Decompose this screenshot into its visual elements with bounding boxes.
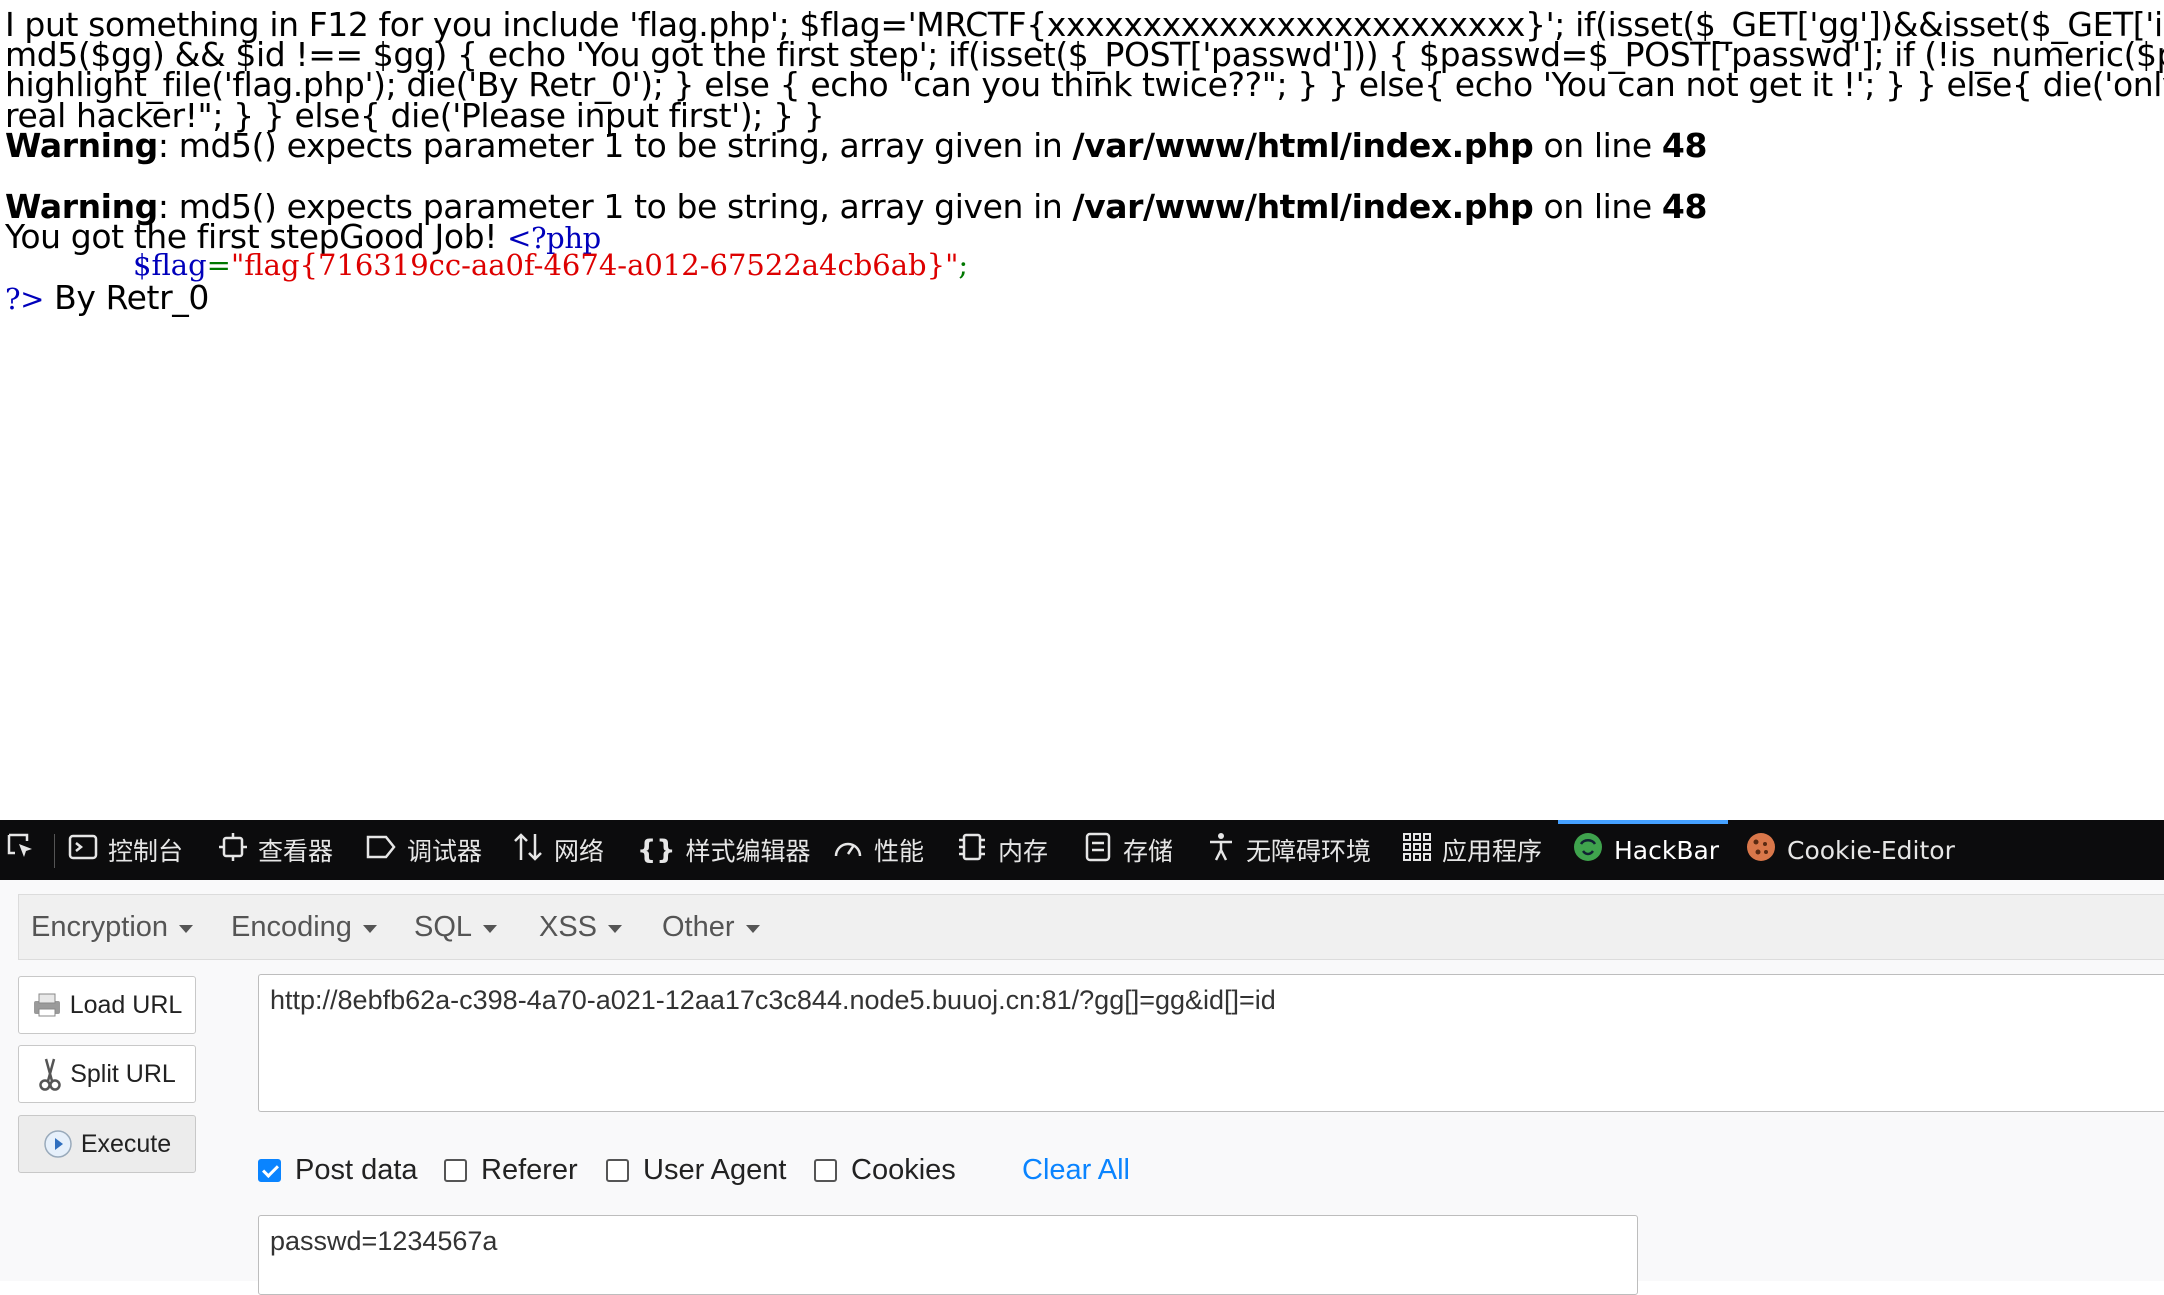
tab-label: 样式编辑器 xyxy=(685,837,811,866)
warning-line: 48 xyxy=(1661,187,1708,226)
tab-hackbar[interactable]: HackBar xyxy=(1572,820,1719,880)
checkbox-unchecked xyxy=(814,1158,837,1182)
button-label: Load URL xyxy=(69,990,183,1019)
flag-value: "flag{716319cc-aa0f-4674-a012-67522a4cb6… xyxy=(230,248,959,282)
application-icon xyxy=(1402,832,1432,868)
flag-semicolon: ; xyxy=(958,248,969,282)
warning-label: Warning xyxy=(5,126,158,165)
execute-button[interactable]: Execute xyxy=(18,1115,196,1173)
warning-mid: on line xyxy=(1533,187,1662,226)
checkbox-label: Referer xyxy=(481,1153,578,1186)
highlighted-flag-line: $flag="flag{716319cc-aa0f-4674-a012-6752… xyxy=(133,246,968,284)
flag-equals: = xyxy=(206,248,231,282)
tab-label: 控制台 xyxy=(108,837,184,866)
flag-variable: $flag xyxy=(133,248,207,282)
tab-label: 查看器 xyxy=(258,837,334,866)
url-input[interactable]: http://8ebfb62a-c398-4a70-a021-12aa17c3c… xyxy=(258,974,2164,1112)
button-label: Execute xyxy=(80,1129,172,1158)
load-url-button[interactable]: Load URL xyxy=(18,976,196,1034)
tab-label: 内存 xyxy=(998,837,1049,866)
menu-other[interactable]: Other xyxy=(662,895,760,959)
tab-label: Cookie-Editor xyxy=(1787,835,1955,865)
checkbox-unchecked xyxy=(444,1158,467,1182)
storage-icon xyxy=(1083,832,1113,868)
tab-label: 存储 xyxy=(1123,837,1174,866)
closing-line: ?> By Retr_0 xyxy=(5,278,209,319)
network-icon xyxy=(512,832,544,868)
tab-cookie-editor[interactable]: Cookie-Editor xyxy=(1745,820,1955,880)
style-editor-icon: {} xyxy=(637,834,676,866)
user-agent-checkbox[interactable]: User Agent xyxy=(606,1150,786,1190)
tab-accessibility[interactable]: 无障碍环境 xyxy=(1206,820,1371,880)
chevron-down-icon xyxy=(362,925,377,933)
menu-label: Encryption xyxy=(31,910,169,943)
scissors-icon xyxy=(38,1057,62,1091)
page-content: I put something in F12 for you include '… xyxy=(0,0,2164,820)
menu-label: Other xyxy=(662,910,735,943)
referer-checkbox[interactable]: Referer xyxy=(444,1150,578,1190)
chevron-down-icon xyxy=(179,925,194,933)
warning-mid: on line xyxy=(1533,126,1662,165)
menu-label: XSS xyxy=(539,910,598,943)
console-icon xyxy=(68,832,98,868)
checkbox-label: User Agent xyxy=(643,1153,787,1186)
tab-console[interactable]: 控制台 xyxy=(68,820,183,880)
play-icon xyxy=(43,1129,73,1159)
devtools-toolbar: 控制台 查看器 调试器 网络 {} 样式编辑器 性能 内存 存储 无障碍环境 应… xyxy=(0,820,2164,880)
tab-label: 应用程序 xyxy=(1442,837,1543,866)
checkbox-checked xyxy=(258,1158,281,1182)
tab-label: 性能 xyxy=(874,837,925,866)
cookie-icon xyxy=(1745,831,1777,869)
chevron-down-icon xyxy=(483,925,498,933)
chevron-down-icon xyxy=(608,925,623,933)
menu-sql[interactable]: SQL xyxy=(414,895,498,959)
menu-encryption[interactable]: Encryption xyxy=(31,895,194,959)
tab-style-editor[interactable]: {} 样式编辑器 xyxy=(637,820,810,880)
warning-line: 48 xyxy=(1661,126,1708,165)
checkbox-label: Post data xyxy=(295,1153,418,1186)
tab-storage[interactable]: 存储 xyxy=(1083,820,1173,880)
chevron-down-icon xyxy=(745,925,760,933)
tab-label: 网络 xyxy=(554,837,605,866)
accessibility-icon xyxy=(1206,832,1236,868)
performance-icon xyxy=(832,832,864,868)
warning-path: /var/www/html/index.php xyxy=(1072,187,1534,226)
button-label: Split URL xyxy=(70,1059,176,1088)
post-data-checkbox[interactable]: Post data xyxy=(258,1150,418,1190)
menu-encoding[interactable]: Encoding xyxy=(231,895,377,959)
warning-path: /var/www/html/index.php xyxy=(1072,126,1534,165)
php-close-tag: ?> xyxy=(5,282,45,316)
tab-label: 调试器 xyxy=(407,837,483,866)
warning-message: : md5() expects parameter 1 to be string… xyxy=(157,126,1073,165)
php-warning-1: Warning: md5() expects parameter 1 to be… xyxy=(5,126,1707,166)
menu-label: Encoding xyxy=(231,910,352,943)
tab-label: HackBar xyxy=(1614,835,1720,865)
tab-inspector[interactable]: 查看器 xyxy=(218,820,333,880)
menu-xss[interactable]: XSS xyxy=(539,895,623,959)
hackbar-menu: Encryption Encoding SQL XSS Other xyxy=(18,894,2164,960)
checkbox-unchecked xyxy=(606,1158,629,1182)
tab-application[interactable]: 应用程序 xyxy=(1402,820,1542,880)
tab-label: 无障碍环境 xyxy=(1246,837,1372,866)
by-text: By Retr_0 xyxy=(44,278,209,317)
menu-label: SQL xyxy=(414,910,473,943)
hackbar-panel: Encryption Encoding SQL XSS Other Load U… xyxy=(0,880,2164,1295)
element-picker-button[interactable] xyxy=(6,820,46,880)
tab-network[interactable]: 网络 xyxy=(512,820,604,880)
memory-icon xyxy=(956,832,988,868)
tab-performance[interactable]: 性能 xyxy=(832,820,924,880)
checkbox-label: Cookies xyxy=(851,1153,956,1186)
cookies-checkbox[interactable]: Cookies xyxy=(814,1150,956,1190)
tab-memory[interactable]: 内存 xyxy=(956,820,1048,880)
split-url-button[interactable]: Split URL xyxy=(18,1045,196,1103)
clear-all-link[interactable]: Clear All xyxy=(1022,1150,1130,1190)
element-picker-icon xyxy=(6,832,36,868)
hackbar-icon xyxy=(1572,831,1604,869)
inspector-icon xyxy=(218,832,248,868)
load-url-icon xyxy=(32,992,62,1018)
tab-debugger[interactable]: 调试器 xyxy=(365,820,482,880)
post-data-input[interactable]: passwd=1234567a xyxy=(258,1215,1638,1295)
active-tab-indicator xyxy=(1558,820,1728,824)
debugger-icon xyxy=(365,832,397,868)
